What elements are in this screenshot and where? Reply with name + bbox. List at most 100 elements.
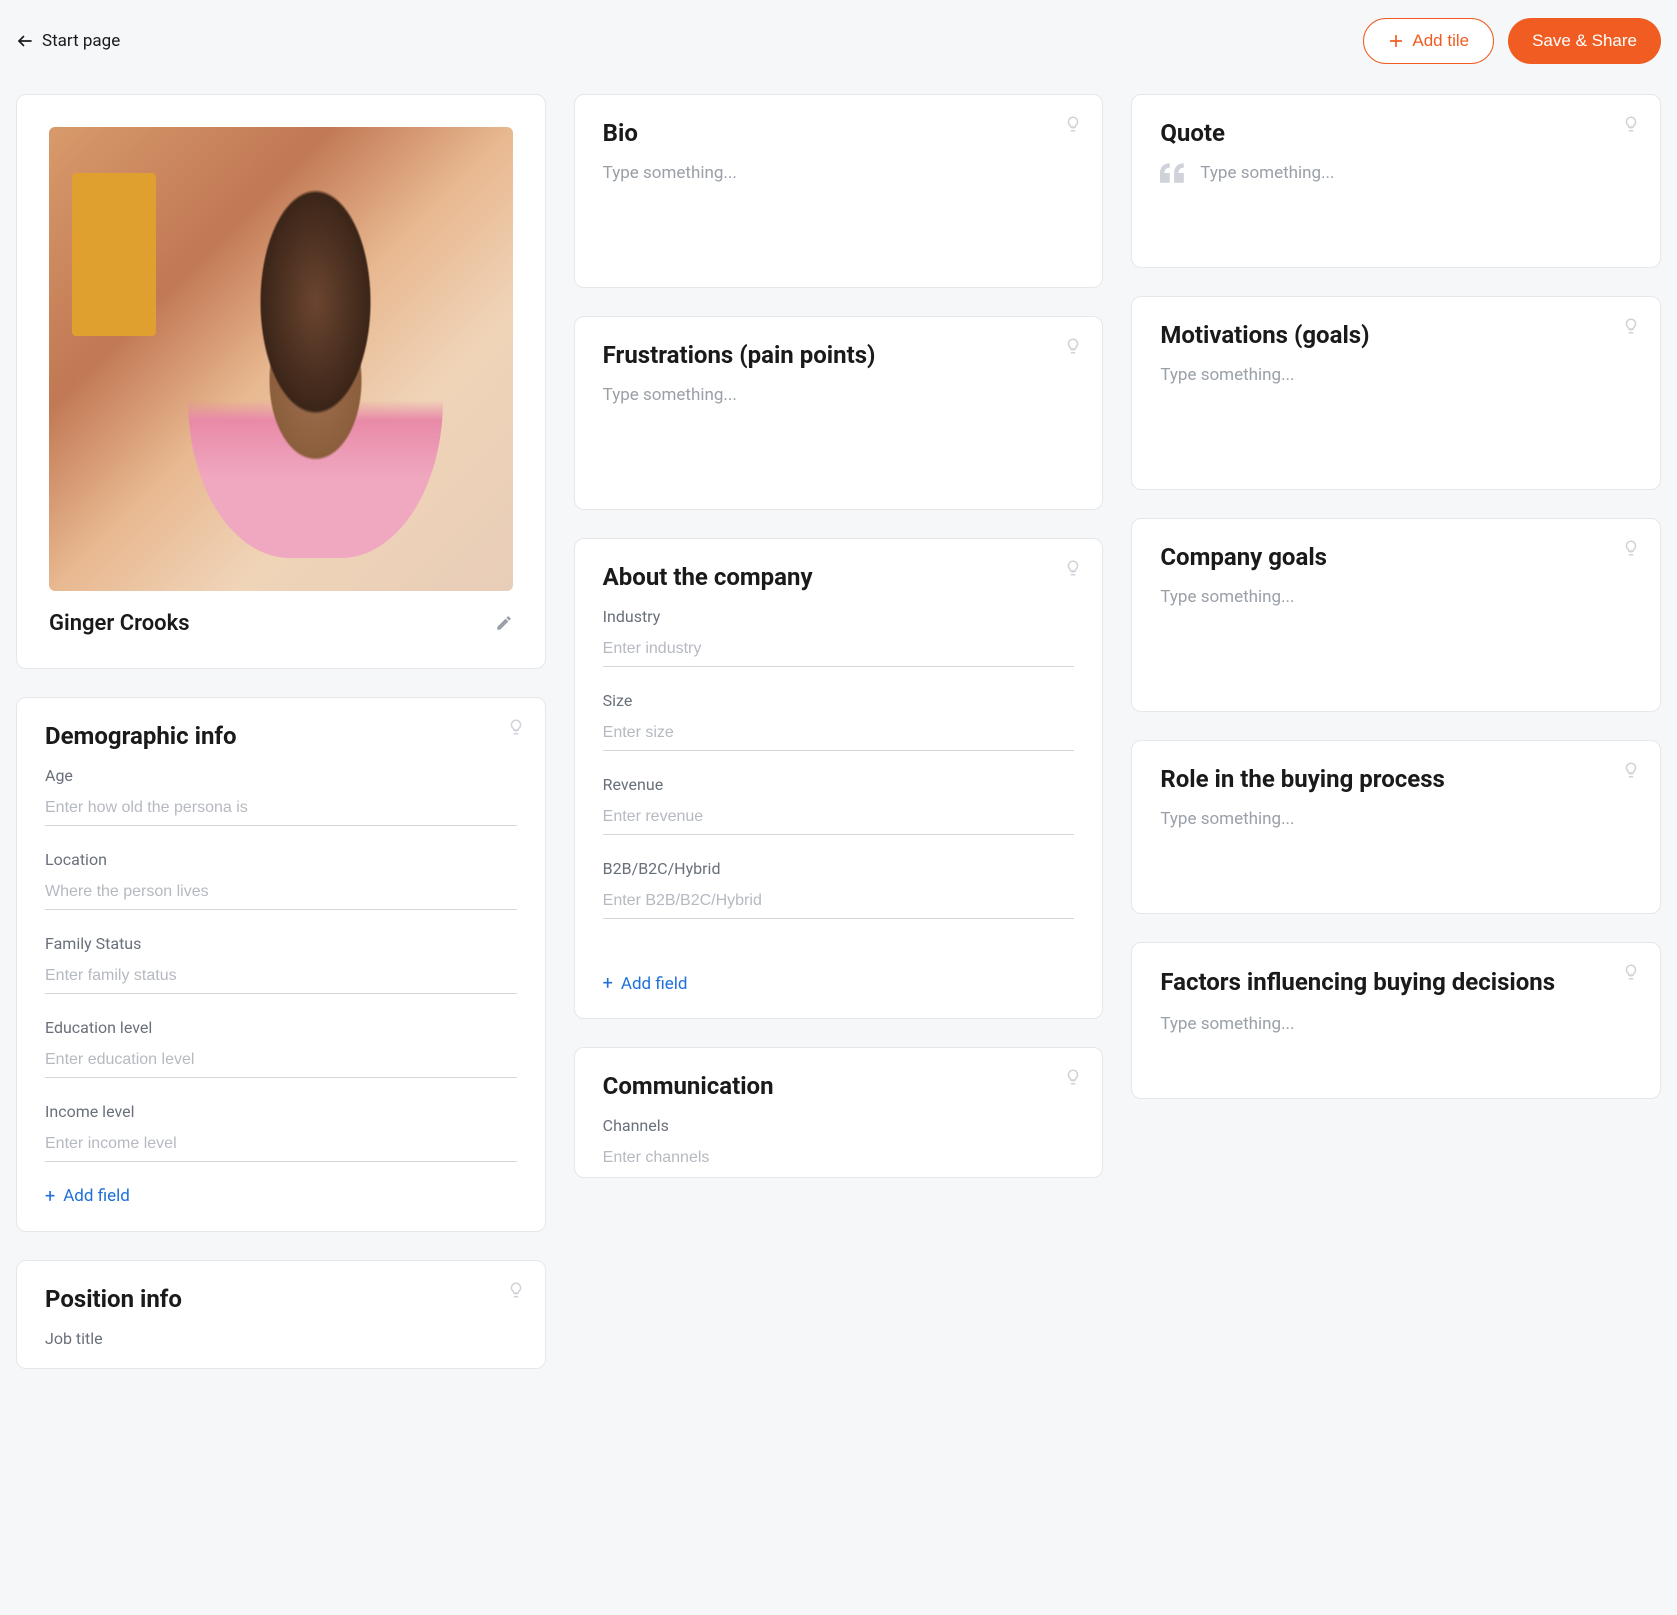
quote-card: Quote Type something... (1131, 94, 1661, 268)
location-input[interactable] (45, 879, 517, 910)
frustrations-textarea[interactable]: Type something... (603, 385, 1075, 485)
hint-button[interactable] (1064, 559, 1082, 577)
card-title: Company goals (1160, 543, 1632, 571)
field-revenue: Revenue (603, 775, 1075, 835)
hint-button[interactable] (1622, 963, 1640, 981)
tiles-grid: Ginger Crooks Demographic info Age Locat… (0, 82, 1677, 1409)
add-field-label: Add field (621, 974, 688, 994)
back-label: Start page (42, 31, 120, 51)
header-actions: Add tile Save & Share (1363, 18, 1661, 64)
field-label: Family Status (45, 934, 517, 953)
card-title: Motivations (goals) (1160, 321, 1632, 349)
family-input[interactable] (45, 963, 517, 994)
pencil-icon (495, 614, 513, 632)
lightbulb-icon (1622, 761, 1640, 779)
save-share-button[interactable]: Save & Share (1508, 18, 1661, 64)
card-title: Demographic info (45, 722, 517, 750)
motivations-textarea[interactable]: Type something... (1160, 365, 1632, 465)
hint-button[interactable] (507, 718, 525, 736)
add-field-button[interactable]: + Add field (45, 1186, 517, 1207)
hint-button[interactable] (1622, 539, 1640, 557)
field-label: Size (603, 691, 1075, 710)
lightbulb-icon (1064, 559, 1082, 577)
field-label: Age (45, 766, 517, 785)
bio-card: Bio Type something... (574, 94, 1104, 288)
plus-icon: + (603, 973, 613, 994)
field-channels: Channels (603, 1116, 1075, 1167)
field-label: Revenue (603, 775, 1075, 794)
channels-input[interactable] (603, 1145, 1075, 1167)
role-buying-card: Role in the buying process Type somethin… (1131, 740, 1661, 914)
profile-name-row: Ginger Crooks (49, 611, 513, 636)
add-tile-button[interactable]: Add tile (1363, 18, 1494, 64)
role-buying-textarea[interactable]: Type something... (1160, 809, 1632, 889)
position-card: Position info Job title (16, 1260, 546, 1369)
size-input[interactable] (603, 720, 1075, 751)
field-model: B2B/B2C/Hybrid (603, 859, 1075, 919)
demographic-card: Demographic info Age Location Family Sta… (16, 697, 546, 1232)
plus-icon (1388, 33, 1404, 49)
company-goals-card: Company goals Type something... (1131, 518, 1661, 712)
card-title: Role in the buying process (1160, 765, 1632, 793)
lightbulb-icon (507, 718, 525, 736)
lightbulb-icon (1622, 115, 1640, 133)
factors-textarea[interactable]: Type something... (1160, 1014, 1632, 1074)
factors-card: Factors influencing buying decisions Typ… (1131, 942, 1661, 1099)
field-label: Income level (45, 1102, 517, 1121)
hint-button[interactable] (1064, 115, 1082, 133)
lightbulb-icon (507, 1281, 525, 1299)
card-title: Factors influencing buying decisions (1160, 967, 1632, 998)
field-age: Age (45, 766, 517, 826)
column-1: Ginger Crooks Demographic info Age Locat… (16, 94, 546, 1369)
field-education: Education level (45, 1018, 517, 1078)
card-title: Bio (603, 119, 1075, 147)
quote-textarea[interactable]: Type something... (1200, 163, 1334, 243)
field-label: Location (45, 850, 517, 869)
hint-button[interactable] (1622, 115, 1640, 133)
field-job-title: Job title (45, 1329, 517, 1348)
lightbulb-icon (1622, 963, 1640, 981)
profile-name: Ginger Crooks (49, 611, 190, 636)
back-to-start-link[interactable]: Start page (16, 31, 120, 51)
hint-button[interactable] (1064, 1068, 1082, 1086)
hint-button[interactable] (1064, 337, 1082, 355)
save-share-label: Save & Share (1532, 31, 1637, 51)
column-2: Bio Type something... Frustrations (pain… (574, 94, 1104, 1369)
profile-card: Ginger Crooks (16, 94, 546, 669)
field-label: Industry (603, 607, 1075, 626)
field-label: B2B/B2C/Hybrid (603, 859, 1075, 878)
field-industry: Industry (603, 607, 1075, 667)
card-title: About the company (603, 563, 1075, 591)
field-size: Size (603, 691, 1075, 751)
column-3: Quote Type something... Motivations (goa… (1131, 94, 1661, 1369)
model-input[interactable] (603, 888, 1075, 919)
card-title: Quote (1160, 119, 1632, 147)
about-company-card: About the company Industry Size Revenue … (574, 538, 1104, 1019)
motivations-card: Motivations (goals) Type something... (1131, 296, 1661, 490)
hint-button[interactable] (507, 1281, 525, 1299)
quote-icon (1160, 163, 1186, 183)
arrow-left-icon (16, 32, 34, 50)
add-field-button[interactable]: + Add field (603, 973, 1075, 994)
field-label: Channels (603, 1116, 1075, 1135)
field-family: Family Status (45, 934, 517, 994)
plus-icon: + (45, 1186, 55, 1207)
lightbulb-icon (1622, 317, 1640, 335)
hint-button[interactable] (1622, 761, 1640, 779)
field-label: Job title (45, 1329, 517, 1348)
field-income: Income level (45, 1102, 517, 1162)
edit-name-button[interactable] (495, 614, 513, 632)
avatar[interactable] (49, 127, 513, 591)
education-input[interactable] (45, 1047, 517, 1078)
lightbulb-icon (1064, 115, 1082, 133)
hint-button[interactable] (1622, 317, 1640, 335)
age-input[interactable] (45, 795, 517, 826)
income-input[interactable] (45, 1131, 517, 1162)
lightbulb-icon (1622, 539, 1640, 557)
industry-input[interactable] (603, 636, 1075, 667)
revenue-input[interactable] (603, 804, 1075, 835)
add-tile-label: Add tile (1412, 31, 1469, 51)
company-goals-textarea[interactable]: Type something... (1160, 587, 1632, 687)
bio-textarea[interactable]: Type something... (603, 163, 1075, 263)
frustrations-card: Frustrations (pain points) Type somethin… (574, 316, 1104, 510)
